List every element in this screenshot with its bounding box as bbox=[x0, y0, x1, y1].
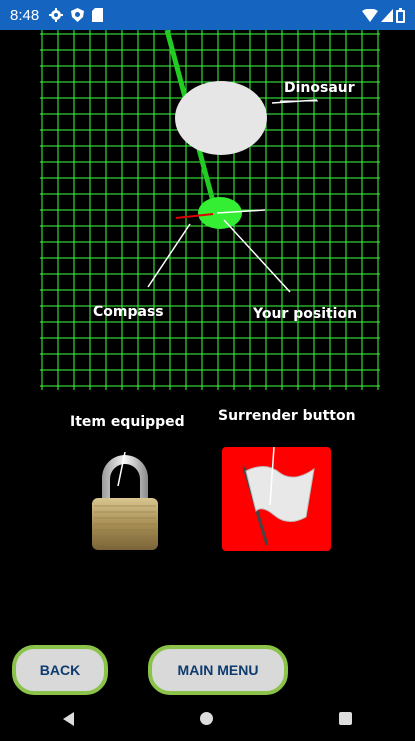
padlock-icon bbox=[92, 451, 158, 550]
recents-nav-icon[interactable] bbox=[339, 712, 352, 725]
radar-grid: Dinosaur Compass Your position bbox=[40, 29, 380, 390]
shield-icon bbox=[71, 8, 85, 22]
item-equipped-slot[interactable] bbox=[88, 451, 162, 552]
surrender-button[interactable] bbox=[222, 446, 331, 551]
system-nav-bar bbox=[0, 696, 415, 741]
signal-icon bbox=[381, 8, 393, 22]
back-nav-icon[interactable] bbox=[63, 711, 74, 726]
label-compass: Compass bbox=[93, 304, 164, 320]
label-your-position: Your position bbox=[253, 306, 358, 322]
gear-icon bbox=[49, 8, 64, 22]
home-nav-icon[interactable] bbox=[200, 712, 213, 725]
white-flag-icon bbox=[242, 446, 315, 546]
label-surrender-button: Surrender button bbox=[218, 408, 356, 424]
label-dinosaur: Dinosaur bbox=[284, 80, 355, 96]
wifi-icon bbox=[362, 8, 378, 22]
dinosaur-marker bbox=[175, 81, 267, 155]
status-bar: 8:48 bbox=[0, 0, 415, 30]
label-item-equipped: Item equipped bbox=[70, 414, 185, 430]
back-button[interactable]: BACK bbox=[12, 645, 108, 695]
sd-card-icon bbox=[92, 8, 104, 22]
status-time: 8:48 bbox=[10, 6, 40, 24]
main-menu-button[interactable]: MAIN MENU bbox=[148, 645, 288, 695]
battery-icon bbox=[396, 7, 405, 23]
